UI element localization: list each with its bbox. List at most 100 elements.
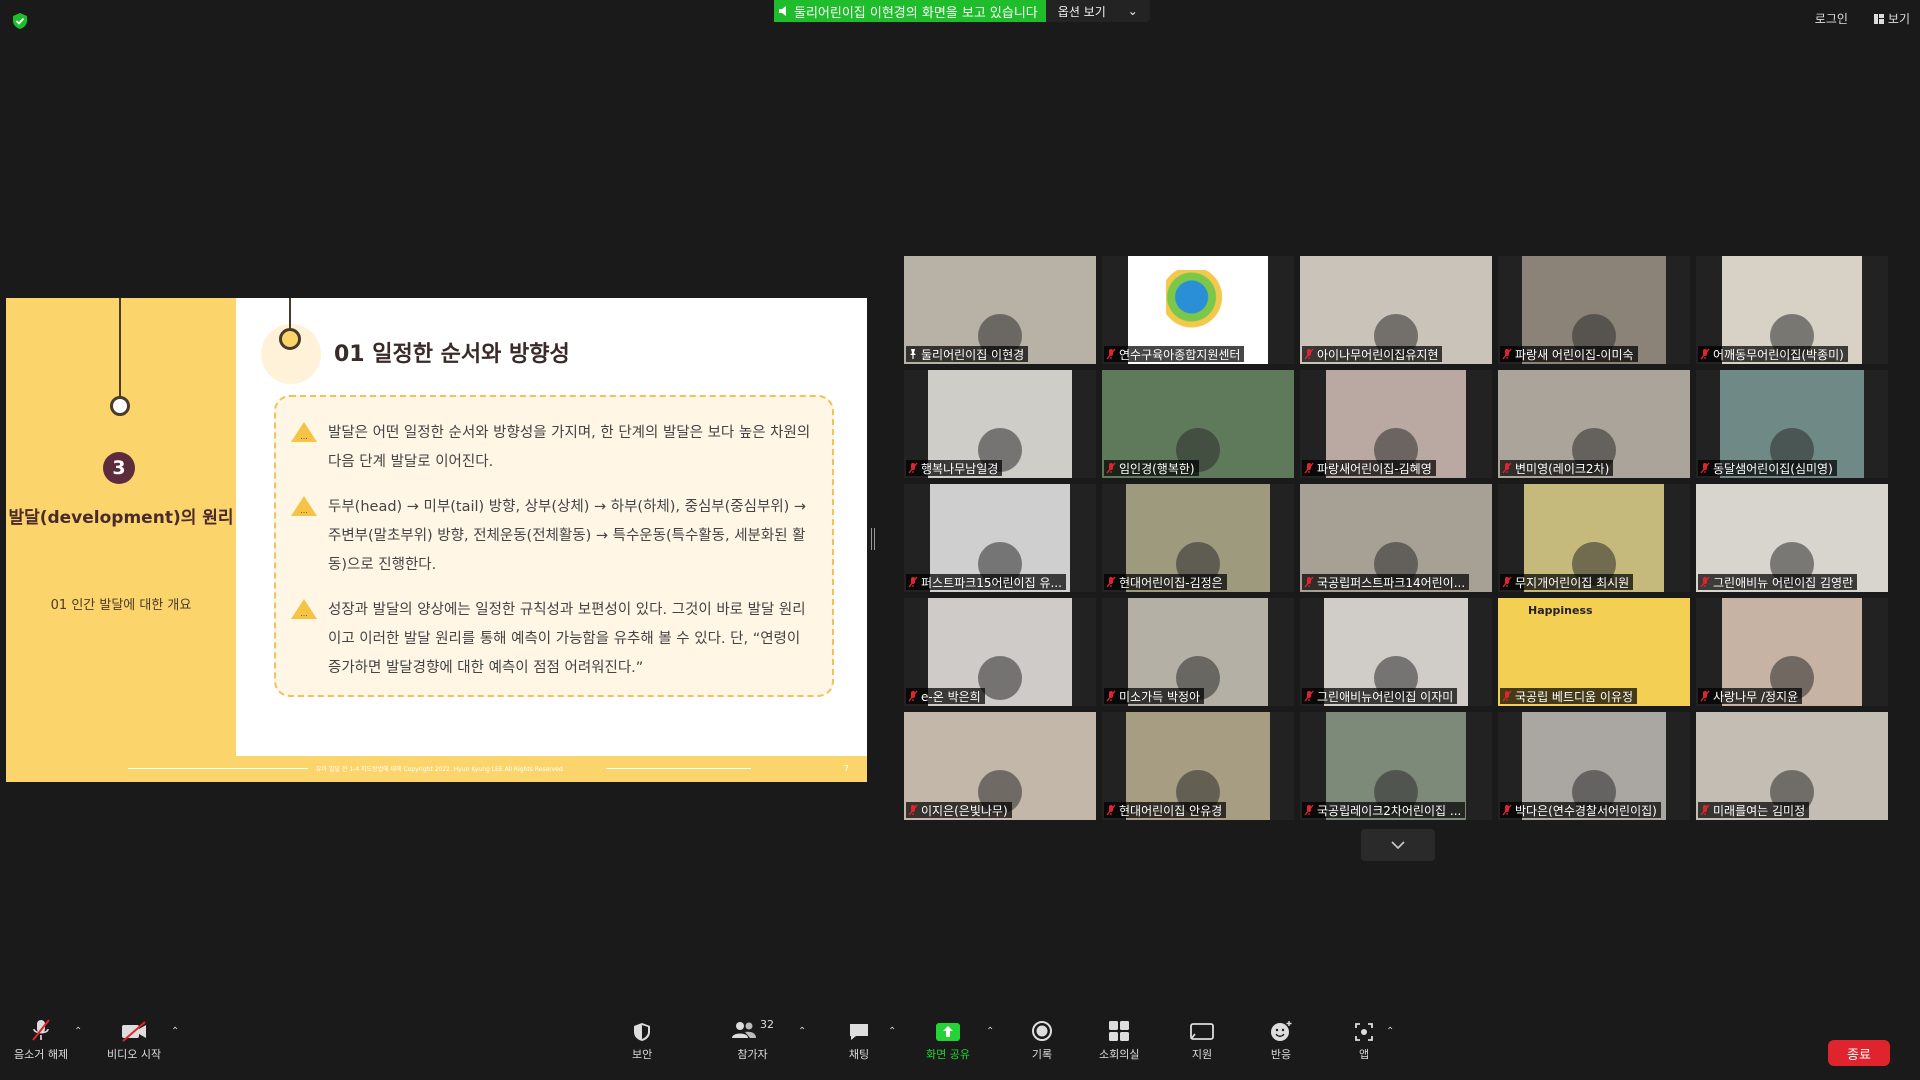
participant-tile[interactable]: 국공립레이크2차어린이집 ... (1300, 712, 1492, 820)
support-button[interactable]: 지원 (1190, 1018, 1214, 1062)
participant-name-bar: 어깨동무어린이집(박종미) (1698, 346, 1848, 362)
participant-tile[interactable]: 국공립퍼스트파크14어린이... (1300, 484, 1492, 592)
hanging-ring-icon (110, 396, 130, 416)
chat-caret-icon[interactable]: ⌃ (888, 1026, 896, 1037)
view-options-button[interactable]: 옵션 보기 ⌄ (1045, 0, 1150, 22)
participant-tile[interactable]: 연수구육아종합지원센터 (1102, 256, 1294, 364)
svg-text:...: ... (300, 432, 308, 441)
end-meeting-button[interactable]: 종료 (1828, 1040, 1890, 1066)
muted-mic-icon (1304, 348, 1314, 360)
participant-name: e-온 박은희 (921, 689, 981, 704)
participant-name-bar: 사랑나무 /정지윤 (1698, 688, 1803, 704)
participant-tile[interactable]: 변미영(레이크2차) (1498, 370, 1690, 478)
participant-tile[interactable]: 동달샘어린이집(심미영) (1696, 370, 1888, 478)
participant-tile[interactable]: e-온 박은희 (904, 598, 1096, 706)
participant-tile[interactable]: 현대어린이집 안유경 (1102, 712, 1294, 820)
muted-mic-icon (908, 462, 918, 474)
muted-mic-icon (1502, 576, 1512, 588)
muted-mic-icon (1106, 462, 1116, 474)
participant-name-bar: 국공립퍼스트파크14어린이... (1302, 574, 1470, 590)
muted-mic-icon (1106, 348, 1116, 360)
screen-share-banner: 둘리어린이집 이현경의 화면을 보고 있습니다 옵션 보기 ⌄ (774, 0, 1150, 22)
participant-name: 미래를여는 김미정 (1713, 803, 1806, 818)
apps-button[interactable]: 앱 (1354, 1018, 1374, 1062)
participant-name: 파랑새어린이집-김혜영 (1317, 461, 1432, 476)
participant-tile[interactable]: Happiness 국공립 베트디움 이유정 (1498, 598, 1690, 706)
pin-icon (910, 349, 916, 359)
muted-mic-icon (1700, 348, 1710, 360)
muted-mic-icon (1304, 804, 1314, 816)
smiley-icon (1271, 1021, 1292, 1041)
reactions-button[interactable]: 반응 (1270, 1018, 1292, 1062)
speaker-icon (779, 6, 786, 16)
muted-mic-icon (1304, 576, 1314, 588)
participant-gallery: 둘리어린이집 이현경 연수구육아종합지원센터 아이나무어린이집유지현 파랑새 어린이집… (904, 256, 1892, 820)
apps-caret-icon[interactable]: ⌃ (1386, 1026, 1394, 1037)
muted-mic-icon (1106, 690, 1116, 702)
svg-text:...: ... (300, 609, 308, 618)
view-label: 보기 (1887, 12, 1910, 26)
participant-name: 박다은(연수경찰서어린이집) (1515, 803, 1657, 818)
participant-name: 퍼스트파크15어린이집 유... (921, 575, 1062, 590)
participant-name: 아이나무어린이집유지현 (1317, 347, 1439, 362)
gallery-next-page-button[interactable] (1361, 829, 1435, 861)
start-video-button[interactable]: 비디오 시작 (107, 1018, 161, 1062)
login-button[interactable]: 로그인 (1815, 10, 1848, 27)
security-button[interactable]: 보안 (632, 1018, 652, 1062)
participant-name-bar: 행복나무남일경 (906, 460, 1003, 476)
bullet-box: ... 발달은 어떤 일정한 순서와 방향성을 가지며, 한 단계의 발달은 보… (274, 395, 834, 697)
share-screen-label: 화면 공유 (926, 1048, 970, 1061)
start-video-label: 비디오 시작 (107, 1048, 162, 1061)
participant-tile[interactable]: 파랑새어린이집-김혜영 (1300, 370, 1492, 478)
participants-button[interactable]: 32 참가자 (731, 1018, 774, 1062)
login-label: 로그인 (1814, 12, 1848, 26)
slide-footer-text: 유아 발달 전 1-4 지도방법에 대해 Copyright 2022. Hyu… (316, 766, 565, 773)
participant-tile[interactable]: 이지은(은빛나무) (904, 712, 1096, 820)
split-resize-handle[interactable] (871, 528, 875, 550)
participant-tile[interactable]: 현대어린이집-김정은 (1102, 484, 1294, 592)
participant-tile[interactable]: 퍼스트파크15어린이집 유... (904, 484, 1096, 592)
muted-mic-icon (1700, 804, 1710, 816)
breakout-rooms-button[interactable]: 소회의실 (1099, 1018, 1139, 1062)
share-screen-button[interactable]: 화면 공유 (926, 1018, 970, 1062)
participant-tile[interactable]: 미소가득 박정아 (1102, 598, 1294, 706)
video-options-caret-icon[interactable]: ⌃ (171, 1026, 179, 1037)
view-button[interactable]: 보기 (1873, 10, 1910, 27)
muted-mic-icon (908, 690, 918, 702)
breakout-rooms-icon (1109, 1021, 1130, 1041)
participant-name-bar: e-온 박은희 (906, 688, 985, 704)
participant-tile[interactable]: 임인경(행복한) (1102, 370, 1294, 478)
participant-tile[interactable]: 박다은(연수경찰서어린이집) (1498, 712, 1690, 820)
share-caret-icon[interactable]: ⌃ (986, 1026, 994, 1037)
meeting-toolbar: 음소거 해제 ⌃ 비디오 시작 ⌃ 보안 32 참가자 ⌃ 채팅 ⌃ 화면 공유… (0, 1018, 1920, 1080)
chat-button[interactable]: 채팅 (848, 1018, 870, 1062)
participant-name: 연수구육아종합지원센터 (1119, 347, 1241, 362)
security-shield-icon[interactable] (12, 12, 28, 30)
participant-tile[interactable]: 아이나무어린이집유지현 (1300, 256, 1492, 364)
participant-name: 둘리어린이집 이현경 (921, 347, 1025, 362)
participant-tile[interactable]: 그린애비뉴어린이집 이자미 (1300, 598, 1492, 706)
svg-text:...: ... (300, 506, 308, 515)
participant-tile[interactable]: 파랑새 어린이집-이미숙 (1498, 256, 1690, 364)
participants-icon (732, 1022, 756, 1038)
participant-name-bar: 그린애비뉴 어린이집 김영란 (1698, 574, 1858, 590)
participant-tile[interactable]: 사랑나무 /정지윤 (1696, 598, 1888, 706)
section-number-badge: 3 (103, 452, 135, 484)
participant-tile[interactable]: 행복나무남일경 (904, 370, 1096, 478)
apps-label: 앱 (1358, 1048, 1370, 1061)
participant-tile[interactable]: 미래를여는 김미정 (1696, 712, 1888, 820)
participant-name-bar: 변미영(레이크2차) (1500, 460, 1614, 476)
participant-tile[interactable]: 그린애비뉴 어린이집 김영란 (1696, 484, 1888, 592)
share-banner-text: 둘리어린이집 이현경의 화면을 보고 있습니다 (794, 5, 1038, 21)
participant-tile[interactable]: 둘리어린이집 이현경 (904, 256, 1096, 364)
video-off-icon (122, 1021, 147, 1042)
chat-icon (850, 1024, 868, 1040)
apps-icon (1355, 1023, 1373, 1041)
participant-tile[interactable]: 무지개어린이집 최시원 (1498, 484, 1690, 592)
audio-options-caret-icon[interactable]: ⌃ (74, 1026, 82, 1037)
view-options-label: 옵션 보기 (1057, 4, 1106, 19)
record-button[interactable]: 기록 (1031, 1018, 1053, 1062)
participant-tile[interactable]: 어깨동무어린이집(박종미) (1696, 256, 1888, 364)
participants-caret-icon[interactable]: ⌃ (798, 1026, 806, 1037)
unmute-button[interactable]: 음소거 해제 (14, 1018, 68, 1062)
